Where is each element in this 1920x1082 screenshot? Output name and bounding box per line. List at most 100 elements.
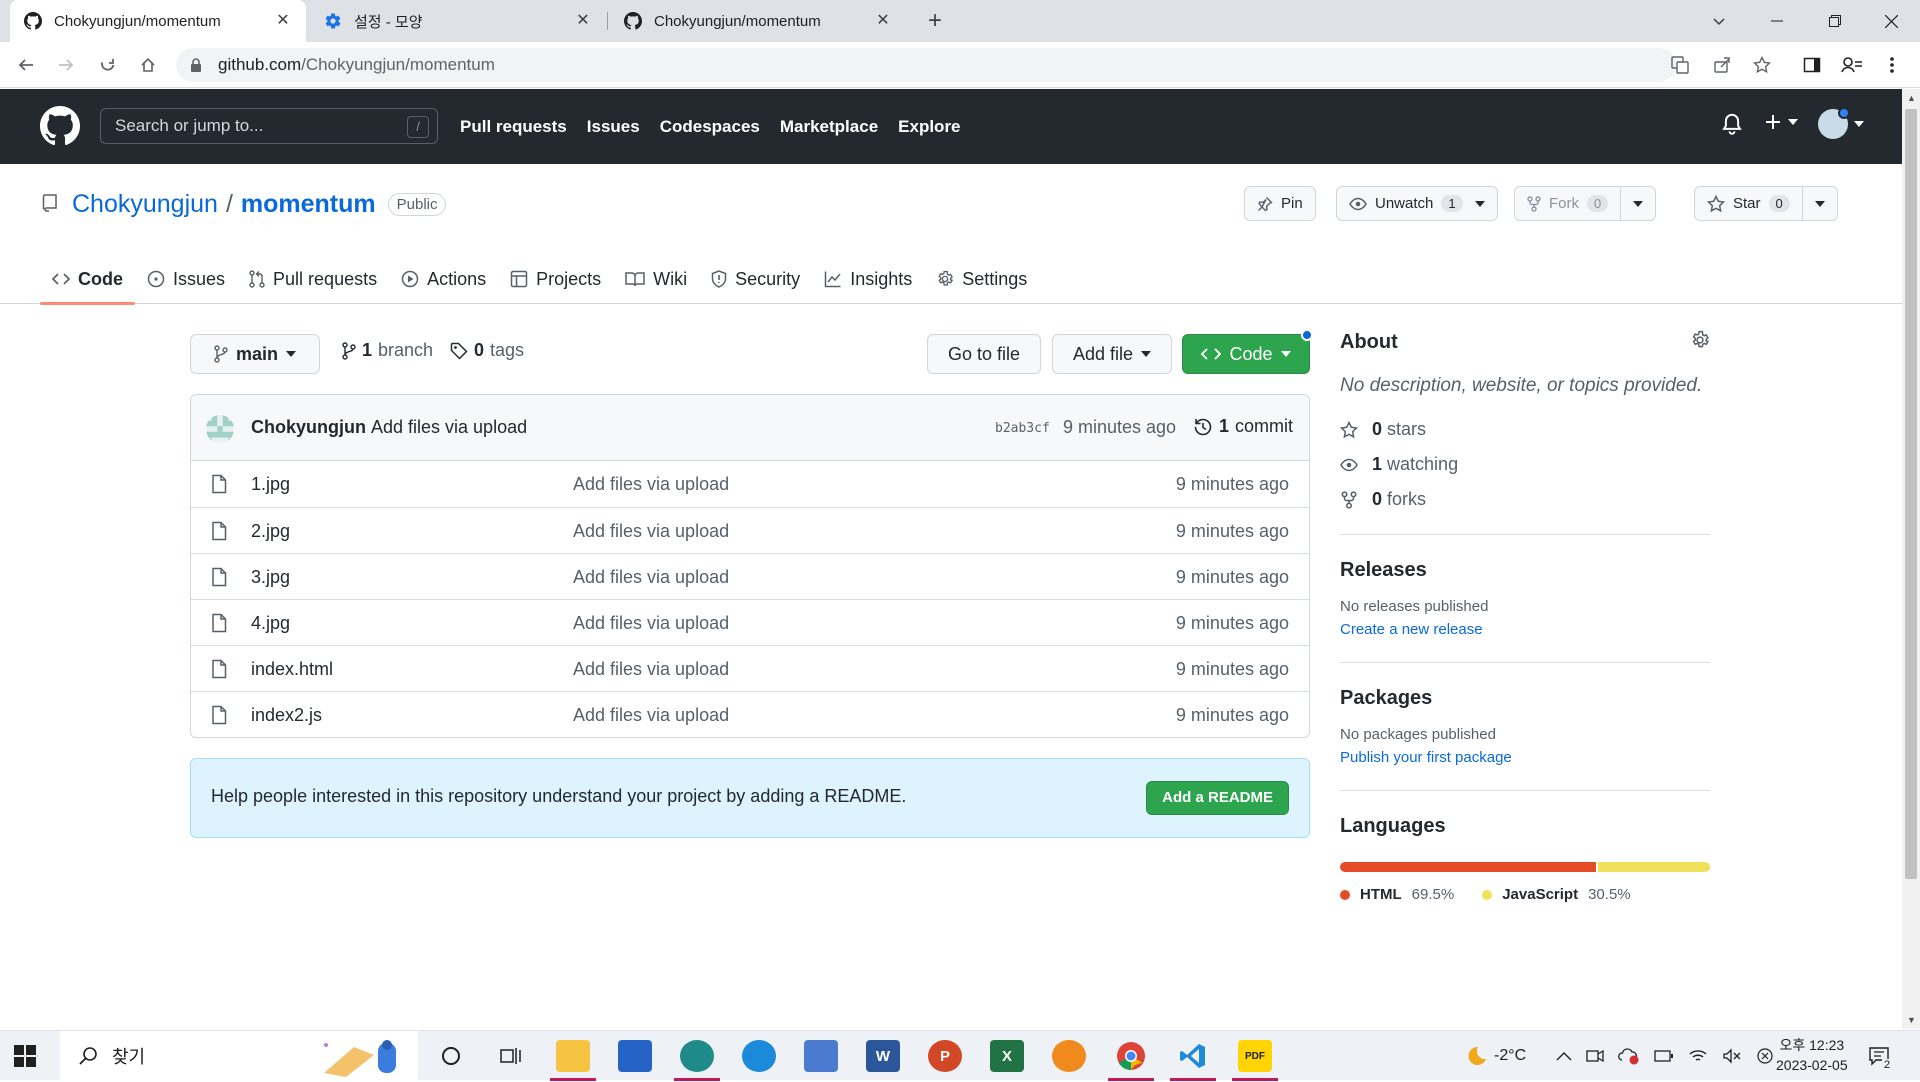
user-menu-dropdown[interactable] <box>1818 107 1864 139</box>
word-icon[interactable]: W <box>866 1040 900 1072</box>
file-commit-message[interactable]: Add files via upload <box>573 567 729 588</box>
table-row[interactable]: index2.js Add files via upload 9 minutes… <box>191 691 1309 737</box>
bookmark-star-icon[interactable] <box>1748 51 1776 79</box>
github-search-input[interactable]: Search or jump to... / <box>100 108 438 144</box>
action-center-icon[interactable]: 2 <box>1868 1031 1893 1081</box>
commit-author-link[interactable]: Chokyungjun <box>251 417 366 437</box>
menu-kebab-icon[interactable] <box>1878 51 1906 79</box>
reload-icon[interactable] <box>94 51 122 79</box>
new-tab-button[interactable]: + <box>922 8 948 34</box>
taskbar-clock[interactable]: 오후 12:23 2023-02-05 <box>1776 1035 1848 1075</box>
repo-owner-link[interactable]: Chokyungjun <box>72 190 218 219</box>
tab-search-icon[interactable] <box>1690 0 1748 42</box>
packages-title[interactable]: Packages <box>1340 687 1710 710</box>
file-name-link[interactable]: 1.jpg <box>251 474 290 495</box>
browser-tab-1[interactable]: Chokyungjun/momentum ✕ <box>10 0 306 42</box>
chrome-icon[interactable] <box>1108 1040 1154 1081</box>
browser-tab-2[interactable]: 설정 - 모양 ✕ <box>310 0 606 42</box>
wifi-icon[interactable] <box>1688 1048 1708 1064</box>
address-bar[interactable]: github.com/Chokyungjun/momentum <box>176 48 1676 82</box>
table-row[interactable]: index.html Add files via upload 9 minute… <box>191 645 1309 691</box>
tab-insights[interactable]: Insights <box>812 254 924 304</box>
go-to-file-button[interactable]: Go to file <box>927 334 1041 374</box>
file-commit-message[interactable]: Add files via upload <box>573 474 729 495</box>
reading-mode-icon[interactable] <box>1838 51 1866 79</box>
tab-issues[interactable]: Issues <box>135 254 237 304</box>
side-panel-icon[interactable] <box>1798 51 1826 79</box>
publish-package-link[interactable]: Publish your first package <box>1340 749 1710 766</box>
file-name-link[interactable]: index.html <box>251 659 333 680</box>
pdf-reader-icon[interactable]: PDF <box>1232 1040 1278 1081</box>
stars-stat[interactable]: 0 stars <box>1340 419 1710 440</box>
terminal-app-icon[interactable] <box>674 1040 720 1081</box>
file-name-link[interactable]: 4.jpg <box>251 613 290 634</box>
add-file-button[interactable]: Add file <box>1052 334 1172 374</box>
restore-icon[interactable] <box>1806 0 1864 42</box>
edge-icon[interactable] <box>742 1040 776 1072</box>
input-method-icon[interactable] <box>1756 1047 1774 1065</box>
translate-icon[interactable] <box>1666 51 1694 79</box>
file-name-link[interactable]: 3.jpg <box>251 567 290 588</box>
taskbar-search-box[interactable]: 찾기 <box>60 1031 418 1081</box>
file-commit-message[interactable]: Add files via upload <box>573 705 729 726</box>
unwatch-button[interactable]: Unwatch 1 <box>1336 186 1498 221</box>
task-view-icon[interactable] <box>494 1040 528 1072</box>
microsoft-store-icon[interactable] <box>618 1040 652 1072</box>
browser-tab-3[interactable]: Chokyungjun/momentum ✕ <box>610 0 906 42</box>
chevron-up-icon[interactable] <box>1556 1051 1572 1061</box>
windows-start-icon[interactable] <box>14 1045 36 1067</box>
scrollbar-thumb[interactable] <box>1905 109 1917 879</box>
tab-security[interactable]: Security <box>699 254 812 304</box>
star-dropdown[interactable] <box>1801 187 1837 220</box>
repo-name-link[interactable]: momentum <box>241 190 376 219</box>
notifications-bell-icon[interactable] <box>1722 113 1742 135</box>
tab-settings[interactable]: Settings <box>924 254 1039 304</box>
onedrive-offline-icon[interactable] <box>1618 1047 1640 1065</box>
branches-link[interactable]: 1 branch <box>342 340 433 361</box>
close-tab-icon[interactable]: ✕ <box>874 12 892 30</box>
close-window-icon[interactable] <box>1862 0 1920 42</box>
table-row[interactable]: 2.jpg Add files via upload 9 minutes ago <box>191 507 1309 553</box>
meet-now-icon[interactable] <box>1586 1048 1604 1064</box>
powerpoint-icon[interactable]: P <box>928 1040 962 1072</box>
tab-actions[interactable]: Actions <box>389 254 498 304</box>
fork-dropdown[interactable] <box>1620 187 1655 220</box>
releases-title[interactable]: Releases <box>1340 559 1710 582</box>
forks-stat[interactable]: 0 forks <box>1340 489 1710 510</box>
weather-widget[interactable]: -2°C <box>1462 1031 1526 1081</box>
tab-pull-requests[interactable]: Pull requests <box>237 254 389 304</box>
nav-pull-requests[interactable]: Pull requests <box>460 117 567 137</box>
home-icon[interactable] <box>134 51 162 79</box>
scroll-up-arrow-icon[interactable]: ▲ <box>1907 93 1916 103</box>
create-release-link[interactable]: Create a new release <box>1340 621 1710 638</box>
file-name-link[interactable]: 2.jpg <box>251 521 290 542</box>
file-commit-message[interactable]: Add files via upload <box>573 521 729 542</box>
close-tab-icon[interactable]: ✕ <box>274 12 292 30</box>
file-name-link[interactable]: index2.js <box>251 705 322 726</box>
language-html[interactable]: HTML 69.5% <box>1340 886 1454 903</box>
file-commit-message[interactable]: Add files via upload <box>573 613 729 634</box>
branch-selector[interactable]: main <box>190 334 320 374</box>
fork-button[interactable]: Fork 0 <box>1514 186 1657 221</box>
scroll-down-arrow-icon[interactable]: ▼ <box>1907 1015 1916 1025</box>
add-readme-button[interactable]: Add a README <box>1146 781 1289 815</box>
table-row[interactable]: 3.jpg Add files via upload 9 minutes ago <box>191 553 1309 599</box>
nav-codespaces[interactable]: Codespaces <box>660 117 760 137</box>
table-row[interactable]: 1.jpg Add files via upload 9 minutes ago <box>191 461 1309 507</box>
tags-link[interactable]: 0 tags <box>450 340 524 361</box>
code-download-button[interactable]: Code <box>1182 329 1313 374</box>
file-explorer-icon[interactable] <box>550 1040 596 1081</box>
commit-history-link[interactable]: 1 commit <box>1193 416 1293 437</box>
vscode-icon[interactable] <box>1170 1040 1216 1081</box>
nav-marketplace[interactable]: Marketplace <box>780 117 878 137</box>
commit-sha-link[interactable]: b2ab3cf <box>995 421 1050 436</box>
tab-wiki[interactable]: Wiki <box>613 254 699 304</box>
commit-message[interactable]: Add files via upload <box>371 417 527 437</box>
battery-icon[interactable] <box>1654 1050 1674 1062</box>
tab-code[interactable]: Code <box>40 254 135 305</box>
page-scrollbar[interactable]: ▲ ▼ <box>1902 89 1920 1029</box>
minimize-icon[interactable] <box>1748 0 1806 42</box>
capture-tool-icon[interactable] <box>804 1040 838 1072</box>
search-app-icon[interactable] <box>1052 1040 1086 1072</box>
excel-icon[interactable]: X <box>990 1040 1024 1072</box>
